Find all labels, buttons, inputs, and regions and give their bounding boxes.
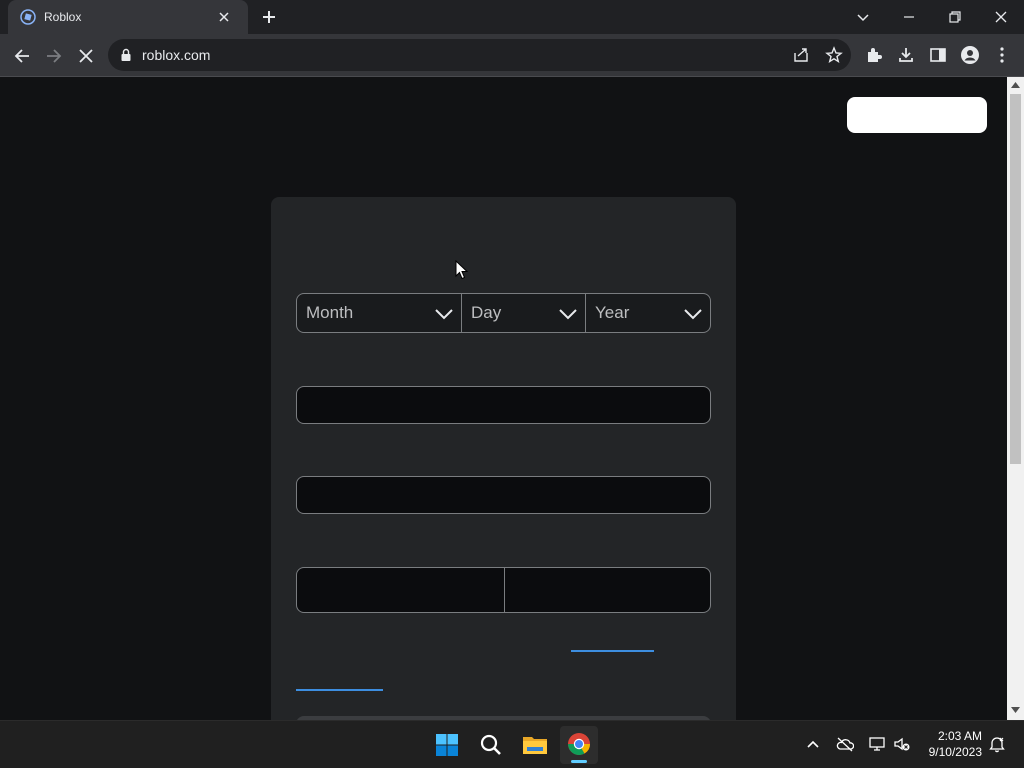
gender-selector — [296, 567, 711, 613]
password-field[interactable] — [296, 476, 711, 514]
clock-time[interactable]: 2:03 AM — [926, 729, 982, 743]
scroll-thumb[interactable] — [1010, 94, 1021, 464]
scroll-up-arrow-icon[interactable] — [1011, 82, 1020, 88]
onedrive-icon[interactable] — [836, 736, 854, 752]
chrome-icon[interactable] — [567, 732, 591, 756]
privacy-link[interactable] — [296, 689, 383, 691]
url-text[interactable]: roblox.com — [142, 47, 210, 63]
notification-icon[interactable] — [988, 735, 1006, 753]
signup-card: Month Day Year — [271, 197, 736, 720]
minimize-icon[interactable] — [901, 9, 917, 25]
close-window-icon[interactable] — [993, 9, 1009, 25]
profile-icon[interactable] — [960, 45, 980, 65]
birthday-year-value: Year — [595, 303, 630, 322]
tab-close-icon[interactable] — [216, 9, 232, 25]
back-arrow-icon[interactable] — [12, 46, 32, 66]
chevron-down-icon — [683, 305, 703, 323]
username-field[interactable] — [296, 386, 711, 424]
forward-arrow-icon[interactable] — [44, 46, 64, 66]
chevron-down-icon — [558, 305, 578, 323]
side-panel-icon[interactable] — [929, 46, 947, 64]
file-explorer-icon[interactable] — [522, 733, 548, 757]
network-icon[interactable] — [868, 736, 886, 752]
stop-loading-icon[interactable] — [76, 46, 96, 66]
star-icon[interactable] — [825, 46, 843, 64]
download-icon[interactable] — [897, 46, 915, 64]
terms-link[interactable] — [571, 650, 654, 652]
gender-divider — [504, 568, 505, 612]
roblox-favicon-icon — [20, 9, 36, 25]
address-bar[interactable] — [108, 39, 851, 71]
windows-start-icon[interactable] — [435, 733, 459, 757]
scroll-down-arrow-icon[interactable] — [1011, 707, 1020, 713]
lock-icon[interactable] — [120, 48, 132, 62]
birthday-month-select[interactable]: Month — [296, 293, 462, 333]
tab-search-chevron-icon[interactable] — [855, 9, 871, 25]
active-app-indicator — [571, 760, 587, 763]
clock-date[interactable]: 9/10/2023 — [918, 745, 982, 759]
birthday-month-value: Month — [306, 303, 354, 322]
extensions-icon[interactable] — [865, 46, 883, 64]
birthday-year-select[interactable]: Year — [585, 293, 711, 333]
login-button[interactable] — [847, 97, 987, 133]
tab-title: Roblox — [44, 10, 82, 24]
page-viewport: Month Day Year — [0, 77, 1007, 720]
tray-overflow-chevron-icon[interactable] — [806, 738, 820, 750]
search-icon[interactable] — [479, 733, 503, 757]
chevron-down-icon — [434, 305, 454, 323]
share-icon[interactable] — [792, 46, 810, 64]
birthday-day-select[interactable]: Day — [461, 293, 586, 333]
mouse-cursor-icon — [455, 260, 469, 280]
menu-icon[interactable] — [994, 46, 1010, 64]
volume-muted-icon[interactable] — [893, 736, 911, 752]
birthday-day-value: Day — [471, 303, 502, 322]
restore-icon[interactable] — [947, 9, 963, 25]
new-tab-icon[interactable] — [261, 9, 277, 25]
